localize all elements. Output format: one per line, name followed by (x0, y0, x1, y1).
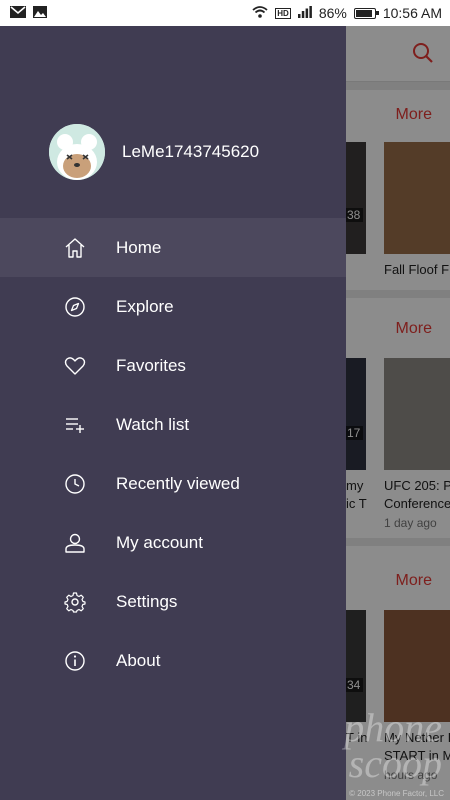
menu-label: Recently viewed (116, 473, 240, 493)
gear-icon (64, 591, 86, 613)
menu-label: About (116, 650, 161, 670)
home-icon (64, 237, 86, 259)
battery-percent: 86% (318, 5, 347, 21)
hd-icon: HD (275, 7, 291, 19)
info-icon (64, 650, 86, 672)
compass-icon (64, 296, 86, 318)
gmail-icon (10, 5, 26, 21)
wifi-icon (252, 5, 268, 21)
navigation-drawer: LeMe1743745620 Home Explore Favorites Wa… (0, 26, 346, 800)
username: LeMe1743745620 (122, 142, 260, 161)
watermark-logo: phone scoop (344, 705, 442, 786)
menu-label: My account (116, 532, 203, 552)
menu-label: Explore (116, 296, 174, 316)
menu-item-favorites[interactable]: Favorites (0, 336, 346, 395)
signal-icon (297, 5, 312, 21)
clock-time: 10:56 AM (382, 5, 442, 21)
image-icon (33, 5, 47, 21)
menu-item-watch-list[interactable]: Watch list (0, 395, 346, 454)
menu-label: Settings (116, 591, 178, 611)
clock-icon (64, 473, 86, 495)
heart-icon (64, 355, 86, 377)
menu-item-home[interactable]: Home (0, 218, 346, 277)
avatar[interactable] (49, 124, 105, 180)
menu-label: Favorites (116, 355, 186, 375)
menu-item-about[interactable]: About (0, 631, 346, 690)
menu-item-settings[interactable]: Settings (0, 572, 346, 631)
profile-header[interactable]: LeMe1743745620 (49, 124, 259, 180)
menu-label: Home (116, 237, 162, 257)
playlist-add-icon (64, 414, 86, 436)
menu-item-recently-viewed[interactable]: Recently viewed (0, 454, 346, 513)
battery-icon (353, 7, 379, 19)
status-bar: HD 86% 10:56 AM (0, 0, 450, 26)
person-icon (64, 532, 86, 554)
menu-item-explore[interactable]: Explore (0, 277, 346, 336)
menu-label: Watch list (116, 414, 190, 434)
watermark-copyright: © 2023 Phone Factor, LLC (349, 789, 444, 798)
menu-item-my-account[interactable]: My account (0, 513, 346, 572)
